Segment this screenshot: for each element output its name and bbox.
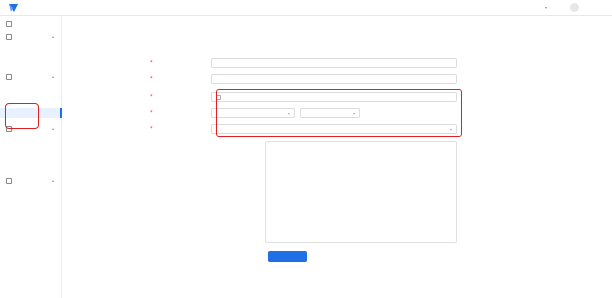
field-label-5: * (150, 126, 153, 132)
field-label-2: * (150, 76, 153, 82)
sidebar-item-device-1[interactable] (0, 44, 62, 54)
sidebar: ▴ ▴ ▴ ▴ (0, 16, 62, 298)
field-label-3: * (150, 94, 153, 100)
brand-logo-icon (9, 4, 18, 12)
user-icon (6, 74, 12, 80)
sidebar-item-records-3[interactable] (0, 160, 62, 170)
chevron-up-icon: ▴ (52, 178, 55, 183)
chevron-up-icon: ▴ (52, 126, 55, 131)
sidebar-item-home[interactable] (0, 19, 62, 29)
field-label-4: * (150, 110, 153, 116)
home-icon (6, 21, 12, 27)
sidebar-group-settings[interactable]: ▴ (0, 176, 62, 186)
sidebar-item-records-2[interactable] (0, 148, 62, 158)
sidebar-item-settings-1[interactable] (0, 188, 62, 198)
reset-button[interactable] (324, 251, 354, 262)
text-input-1[interactable] (211, 58, 457, 68)
message-textarea[interactable] (265, 141, 457, 243)
chevron-down-icon[interactable]: ▾ (545, 5, 547, 10)
sidebar-item-records-1[interactable] (0, 136, 62, 146)
sidebar-item-device-2[interactable] (0, 56, 62, 66)
gear-icon (6, 178, 12, 184)
top-bar: ▾ (0, 0, 612, 16)
sidebar-group-devices[interactable]: ▴ (0, 32, 62, 42)
sidebar-item-users-1[interactable] (0, 84, 62, 94)
text-input-2[interactable] (211, 74, 457, 84)
submit-button[interactable] (268, 251, 307, 262)
field-label-1: * (150, 60, 153, 66)
device-icon (6, 34, 12, 40)
form-highlight (216, 89, 462, 137)
sidebar-group-users[interactable]: ▴ (0, 72, 62, 82)
sidebar-highlight (5, 103, 39, 129)
chevron-up-icon: ▴ (52, 34, 55, 39)
avatar[interactable] (570, 3, 579, 12)
chevron-up-icon: ▴ (52, 74, 55, 79)
